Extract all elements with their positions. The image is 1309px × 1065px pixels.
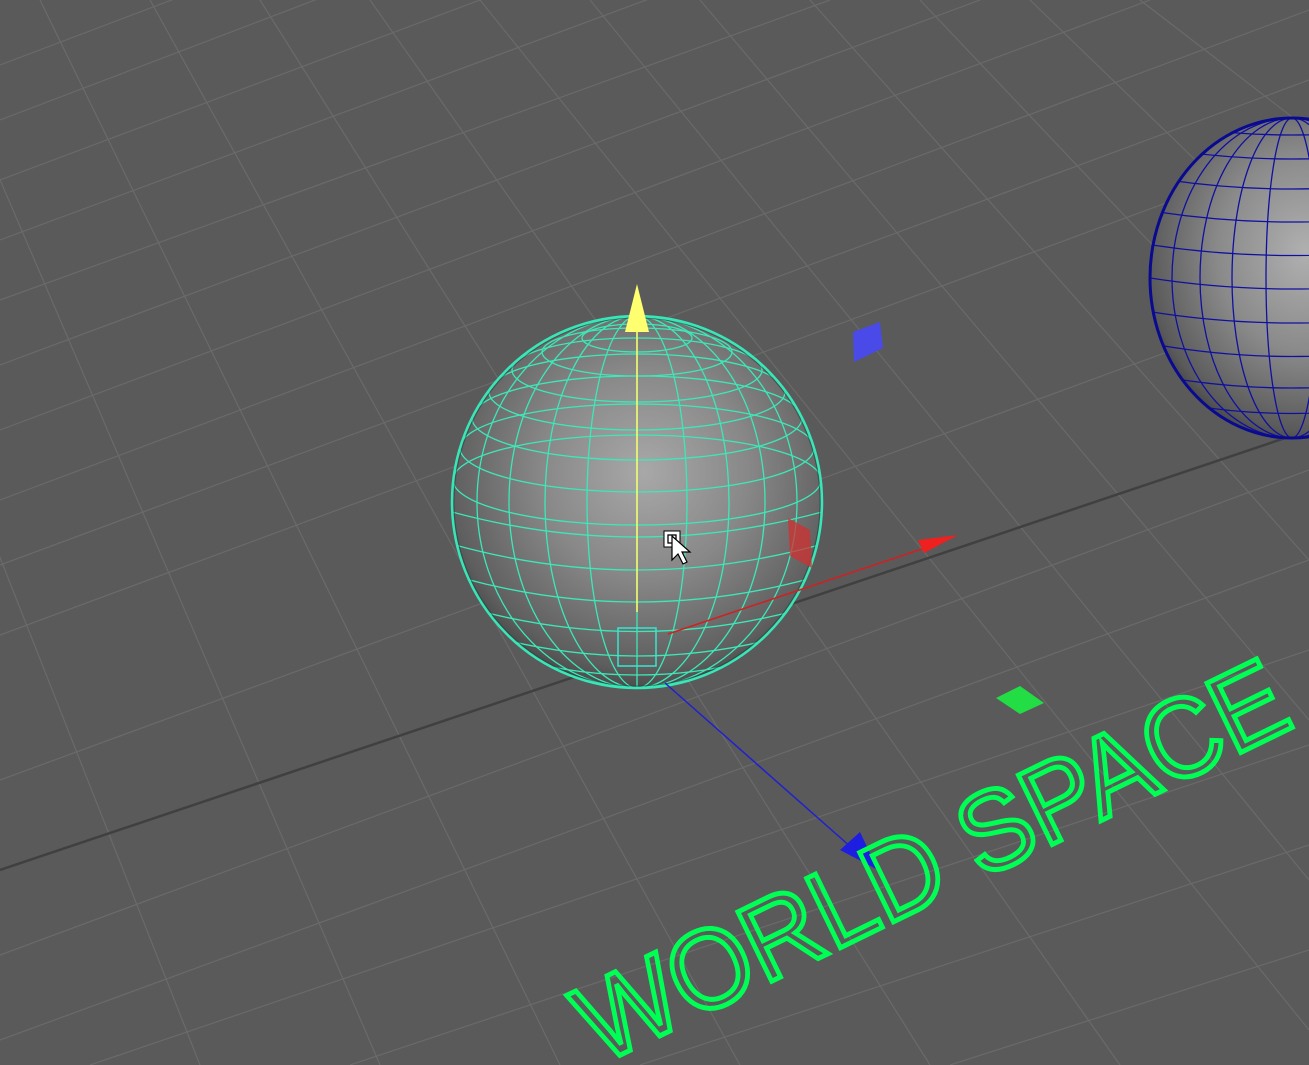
viewport-canvas[interactable]: WORLD SPACE: [0, 0, 1309, 1065]
3d-viewport[interactable]: WORLD SPACE: [0, 0, 1309, 1065]
